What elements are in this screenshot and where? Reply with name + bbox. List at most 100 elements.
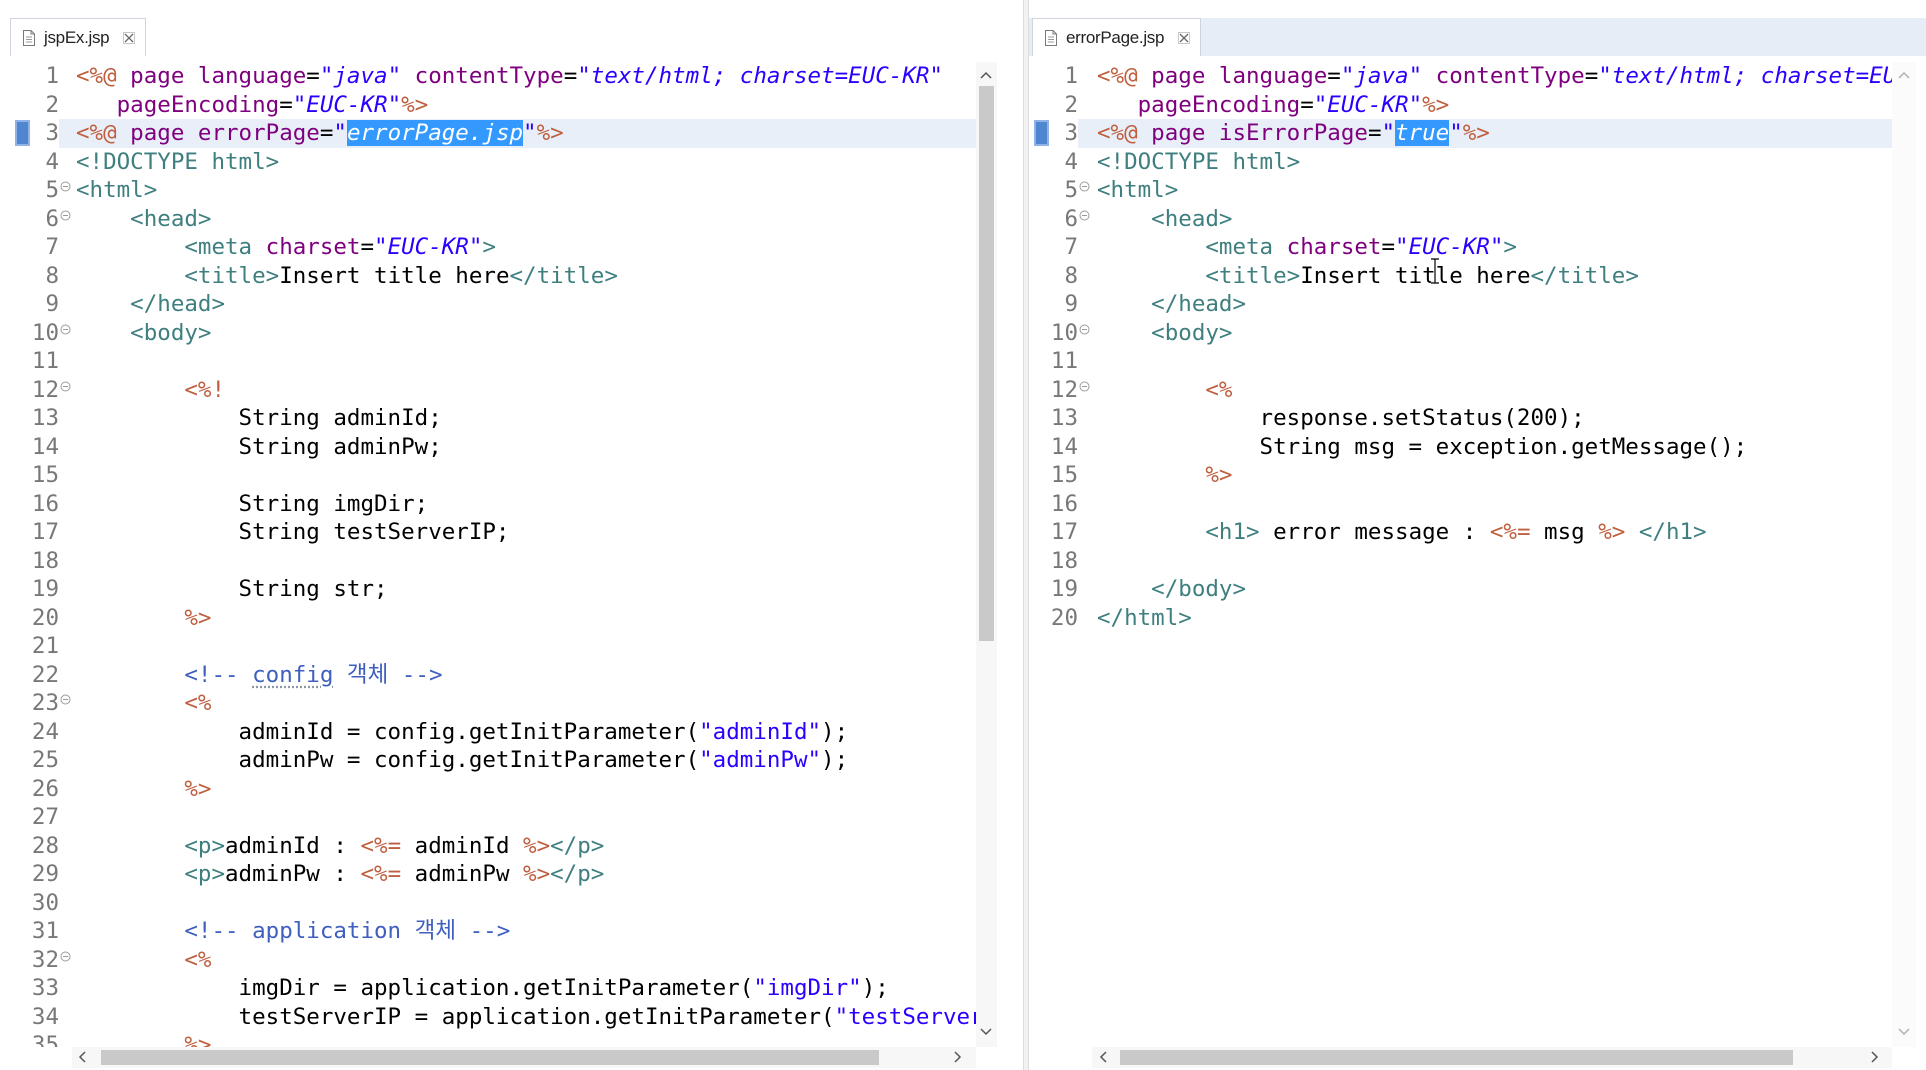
code-text[interactable] (1097, 347, 1892, 376)
code-line[interactable]: 27 (0, 803, 976, 832)
code-text[interactable]: String adminId; (76, 404, 976, 433)
code-text[interactable]: <%! (76, 376, 976, 405)
code-line[interactable]: 28 <p>adminId : <%= adminId %></p> (0, 832, 976, 861)
code-text[interactable]: <% (76, 946, 976, 975)
code-text[interactable]: </head> (76, 290, 976, 319)
horizontal-scrollbar[interactable] (1092, 1047, 1892, 1068)
code-text[interactable]: %> (76, 1031, 976, 1047)
scroll-up-arrow-icon[interactable] (1898, 71, 1910, 79)
code-text[interactable]: <body> (76, 319, 976, 348)
code-line[interactable]: 26 %> (0, 775, 976, 804)
code-text[interactable] (76, 889, 976, 918)
code-text[interactable]: String adminPw; (76, 433, 976, 462)
code-text[interactable]: <h1> error message : <%= msg %> </h1> (1097, 518, 1892, 547)
scroll-down-arrow-icon[interactable] (980, 1028, 992, 1036)
code-line[interactable]: 23 <% (0, 689, 976, 718)
code-line[interactable]: 16 String imgDir; (0, 490, 976, 519)
code-text[interactable]: %> (76, 604, 976, 633)
code-editor[interactable]: 1 <%@ page language="java" contentType="t… (1029, 62, 1892, 1047)
code-line[interactable]: 21 (0, 632, 976, 661)
code-text[interactable]: adminPw = config.getInitParameter("admin… (76, 746, 976, 775)
code-text[interactable]: String str; (76, 575, 976, 604)
code-text[interactable]: </html> (1097, 604, 1892, 633)
code-line[interactable]: 25 adminPw = config.getInitParameter("ad… (0, 746, 976, 775)
close-icon[interactable] (1178, 31, 1191, 44)
scroll-right-arrow-icon[interactable] (1871, 1051, 1879, 1063)
code-line[interactable]: 5 <html> (0, 176, 976, 205)
scroll-down-arrow-icon[interactable] (1898, 1028, 1910, 1036)
code-text[interactable]: </body> (1097, 575, 1892, 604)
code-text[interactable]: <% (1097, 376, 1892, 405)
code-line[interactable]: 2 pageEncoding="EUC-KR"%> (1029, 91, 1892, 120)
scroll-up-arrow-icon[interactable] (980, 71, 992, 79)
code-text[interactable]: </head> (1097, 290, 1892, 319)
code-text[interactable]: <meta charset="EUC-KR"> (1097, 233, 1892, 262)
code-line[interactable]: 14 String msg = exception.getMessage(); (1029, 433, 1892, 462)
scroll-right-arrow-icon[interactable] (954, 1051, 962, 1063)
code-text[interactable] (76, 547, 976, 576)
code-line[interactable]: 31 <!-- application 객체 --> (0, 917, 976, 946)
code-line[interactable]: 15 (0, 461, 976, 490)
vertical-scrollbar-thumb[interactable] (979, 86, 994, 641)
close-icon[interactable] (123, 31, 136, 44)
code-text[interactable]: <%@ page errorPage="errorPage.jsp"%> (76, 119, 976, 148)
code-line[interactable]: 8 <title>Insert title here</title> (1029, 262, 1892, 291)
code-text[interactable]: <p>adminId : <%= adminId %></p> (76, 832, 976, 861)
code-line[interactable]: 16 (1029, 490, 1892, 519)
code-text[interactable]: <p>adminPw : <%= adminPw %></p> (76, 860, 976, 889)
code-text[interactable] (76, 461, 976, 490)
code-line[interactable]: 11 (1029, 347, 1892, 376)
scroll-left-arrow-icon[interactable] (1099, 1051, 1107, 1063)
code-text[interactable]: <title>Insert title here</title> (76, 262, 976, 291)
code-line[interactable]: 7 <meta charset="EUC-KR"> (1029, 233, 1892, 262)
code-line[interactable]: 7 <meta charset="EUC-KR"> (0, 233, 976, 262)
code-text[interactable]: pageEncoding="EUC-KR"%> (1097, 91, 1892, 120)
code-line[interactable]: 5 <html> (1029, 176, 1892, 205)
horizontal-scrollbar[interactable] (72, 1047, 976, 1068)
scroll-left-arrow-icon[interactable] (78, 1051, 86, 1063)
code-text[interactable]: <!-- config 객체 --> (76, 661, 976, 690)
horizontal-scrollbar-thumb[interactable] (1120, 1050, 1793, 1065)
code-text[interactable]: String imgDir; (76, 490, 976, 519)
code-line[interactable]: 13 String adminId; (0, 404, 976, 433)
code-line[interactable]: 35 %> (0, 1031, 976, 1047)
code-line[interactable]: 34 testServerIP = application.getInitPar… (0, 1003, 976, 1032)
code-line[interactable]: 33 imgDir = application.getInitParameter… (0, 974, 976, 1003)
code-text[interactable]: <html> (76, 176, 976, 205)
code-text[interactable]: testServerIP = application.getInitParame… (76, 1003, 976, 1032)
vertical-scrollbar[interactable] (976, 62, 997, 1047)
code-text[interactable]: <head> (76, 205, 976, 234)
code-line[interactable]: 22 <!-- config 객체 --> (0, 661, 976, 690)
code-text[interactable]: String testServerIP; (76, 518, 976, 547)
code-line[interactable]: 32 <% (0, 946, 976, 975)
code-text[interactable]: adminId = config.getInitParameter("admin… (76, 718, 976, 747)
code-line[interactable]: 3 <%@ page errorPage="errorPage.jsp"%> (0, 119, 976, 148)
code-line[interactable]: 12 <% (1029, 376, 1892, 405)
code-text[interactable]: <%@ page language="java" contentType="te… (76, 62, 976, 91)
code-text[interactable] (76, 632, 976, 661)
editor-tab-jspex[interactable]: jspEx.jsp (10, 18, 147, 56)
code-line[interactable]: 18 (0, 547, 976, 576)
editor-tab-errorpage[interactable]: errorPage.jsp (1032, 18, 1202, 56)
code-text[interactable]: <%@ page language="java" contentType="te… (1097, 62, 1892, 91)
vertical-scrollbar[interactable] (1892, 62, 1916, 1047)
code-text[interactable]: <% (76, 689, 976, 718)
code-text[interactable]: imgDir = application.getInitParameter("i… (76, 974, 976, 1003)
code-line[interactable]: 17 String testServerIP; (0, 518, 976, 547)
code-line[interactable]: 15 %> (1029, 461, 1892, 490)
code-text[interactable]: <!DOCTYPE html> (76, 148, 976, 177)
code-line[interactable]: 19 String str; (0, 575, 976, 604)
code-line[interactable]: 17 <h1> error message : <%= msg %> </h1> (1029, 518, 1892, 547)
code-text[interactable]: <body> (1097, 319, 1892, 348)
code-line[interactable]: 24 adminId = config.getInitParameter("ad… (0, 718, 976, 747)
code-text[interactable]: pageEncoding="EUC-KR"%> (76, 91, 976, 120)
code-line[interactable]: 4 <!DOCTYPE html> (1029, 148, 1892, 177)
code-line[interactable]: 14 String adminPw; (0, 433, 976, 462)
code-line[interactable]: 11 (0, 347, 976, 376)
code-line[interactable]: 2 pageEncoding="EUC-KR"%> (0, 91, 976, 120)
code-line[interactable]: 1 <%@ page language="java" contentType="t… (1029, 62, 1892, 91)
code-text[interactable]: <meta charset="EUC-KR"> (76, 233, 976, 262)
code-text[interactable]: %> (76, 775, 976, 804)
horizontal-scrollbar-thumb[interactable] (101, 1050, 879, 1065)
code-line[interactable]: 19 </body> (1029, 575, 1892, 604)
